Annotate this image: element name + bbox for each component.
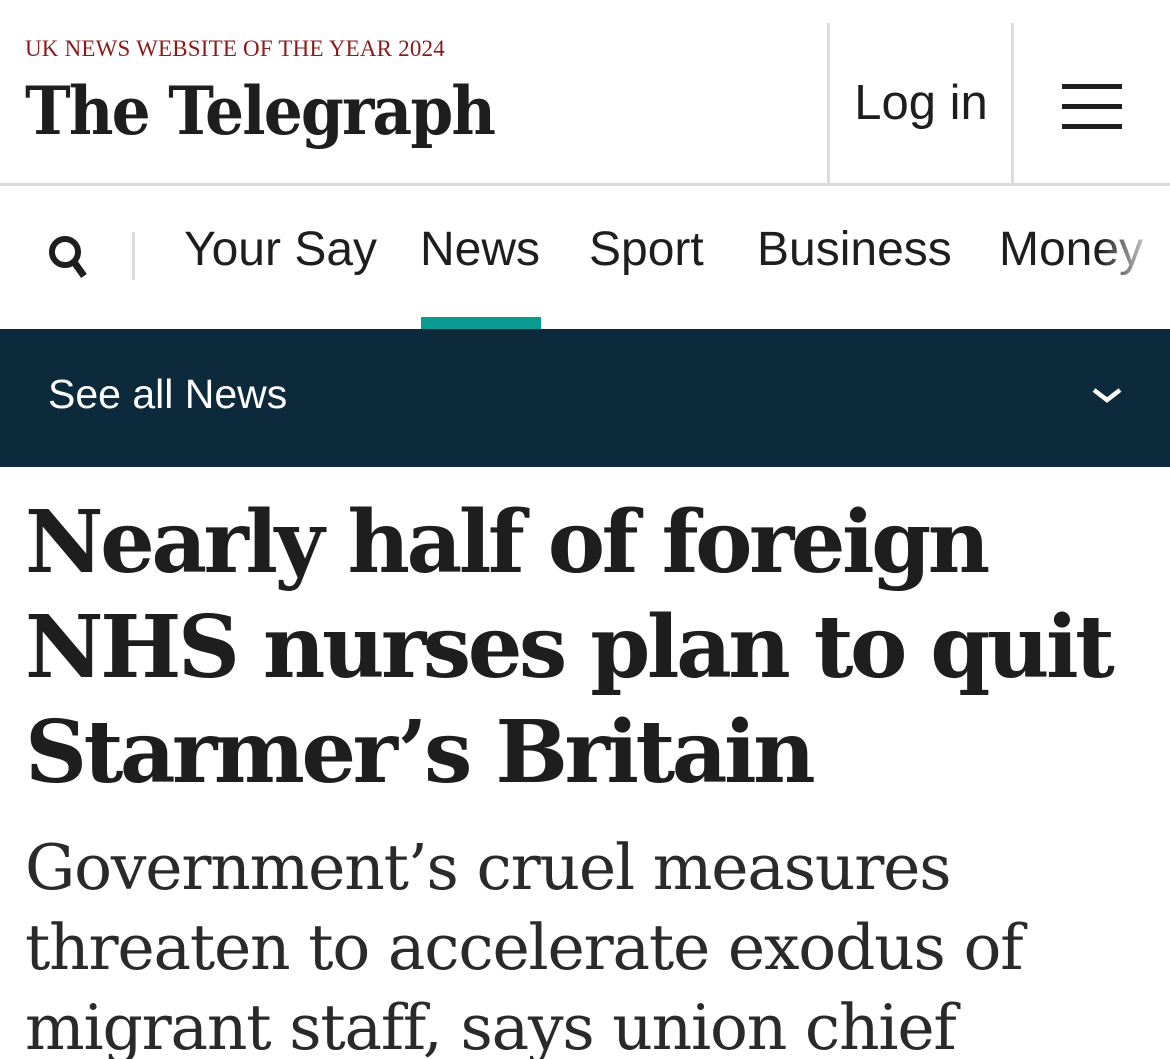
article-standfirst: Government’s cruel measures threaten to … xyxy=(25,831,1024,1059)
nav-scroll-fade xyxy=(1100,186,1170,329)
nav-divider xyxy=(132,232,135,280)
nav-item-your-say[interactable]: Your Say xyxy=(184,222,377,277)
site-logo[interactable]: The Telegraph xyxy=(25,72,496,150)
site-header: UK NEWS WEBSITE OF THE YEAR 2024 The Tel… xyxy=(0,0,1170,186)
article-headline: Nearly half of foreign NHS nurses plan t… xyxy=(25,492,1115,803)
menu-bar xyxy=(1062,124,1122,129)
active-tab-indicator xyxy=(421,317,541,329)
award-banner: UK NEWS WEBSITE OF THE YEAR 2024 xyxy=(25,36,445,61)
login-button[interactable]: Log in xyxy=(830,23,1012,183)
search-icon-glyph xyxy=(49,236,87,279)
nav-item-news[interactable]: News xyxy=(420,222,540,277)
section-nav: Your Say News Sport Business Money xyxy=(0,186,1170,329)
chevron-down-icon xyxy=(1090,379,1124,413)
see-all-news-bar[interactable]: See all News xyxy=(0,329,1170,467)
nav-item-business[interactable]: Business xyxy=(757,222,952,277)
hamburger-menu-icon[interactable] xyxy=(1014,23,1170,183)
menu-bar xyxy=(1062,84,1122,89)
nav-item-sport[interactable]: Sport xyxy=(589,222,704,277)
chevron-down-glyph xyxy=(1092,388,1122,403)
menu-bar xyxy=(1062,104,1122,109)
see-all-news-label: See all News xyxy=(48,371,288,417)
search-icon[interactable] xyxy=(46,232,90,282)
